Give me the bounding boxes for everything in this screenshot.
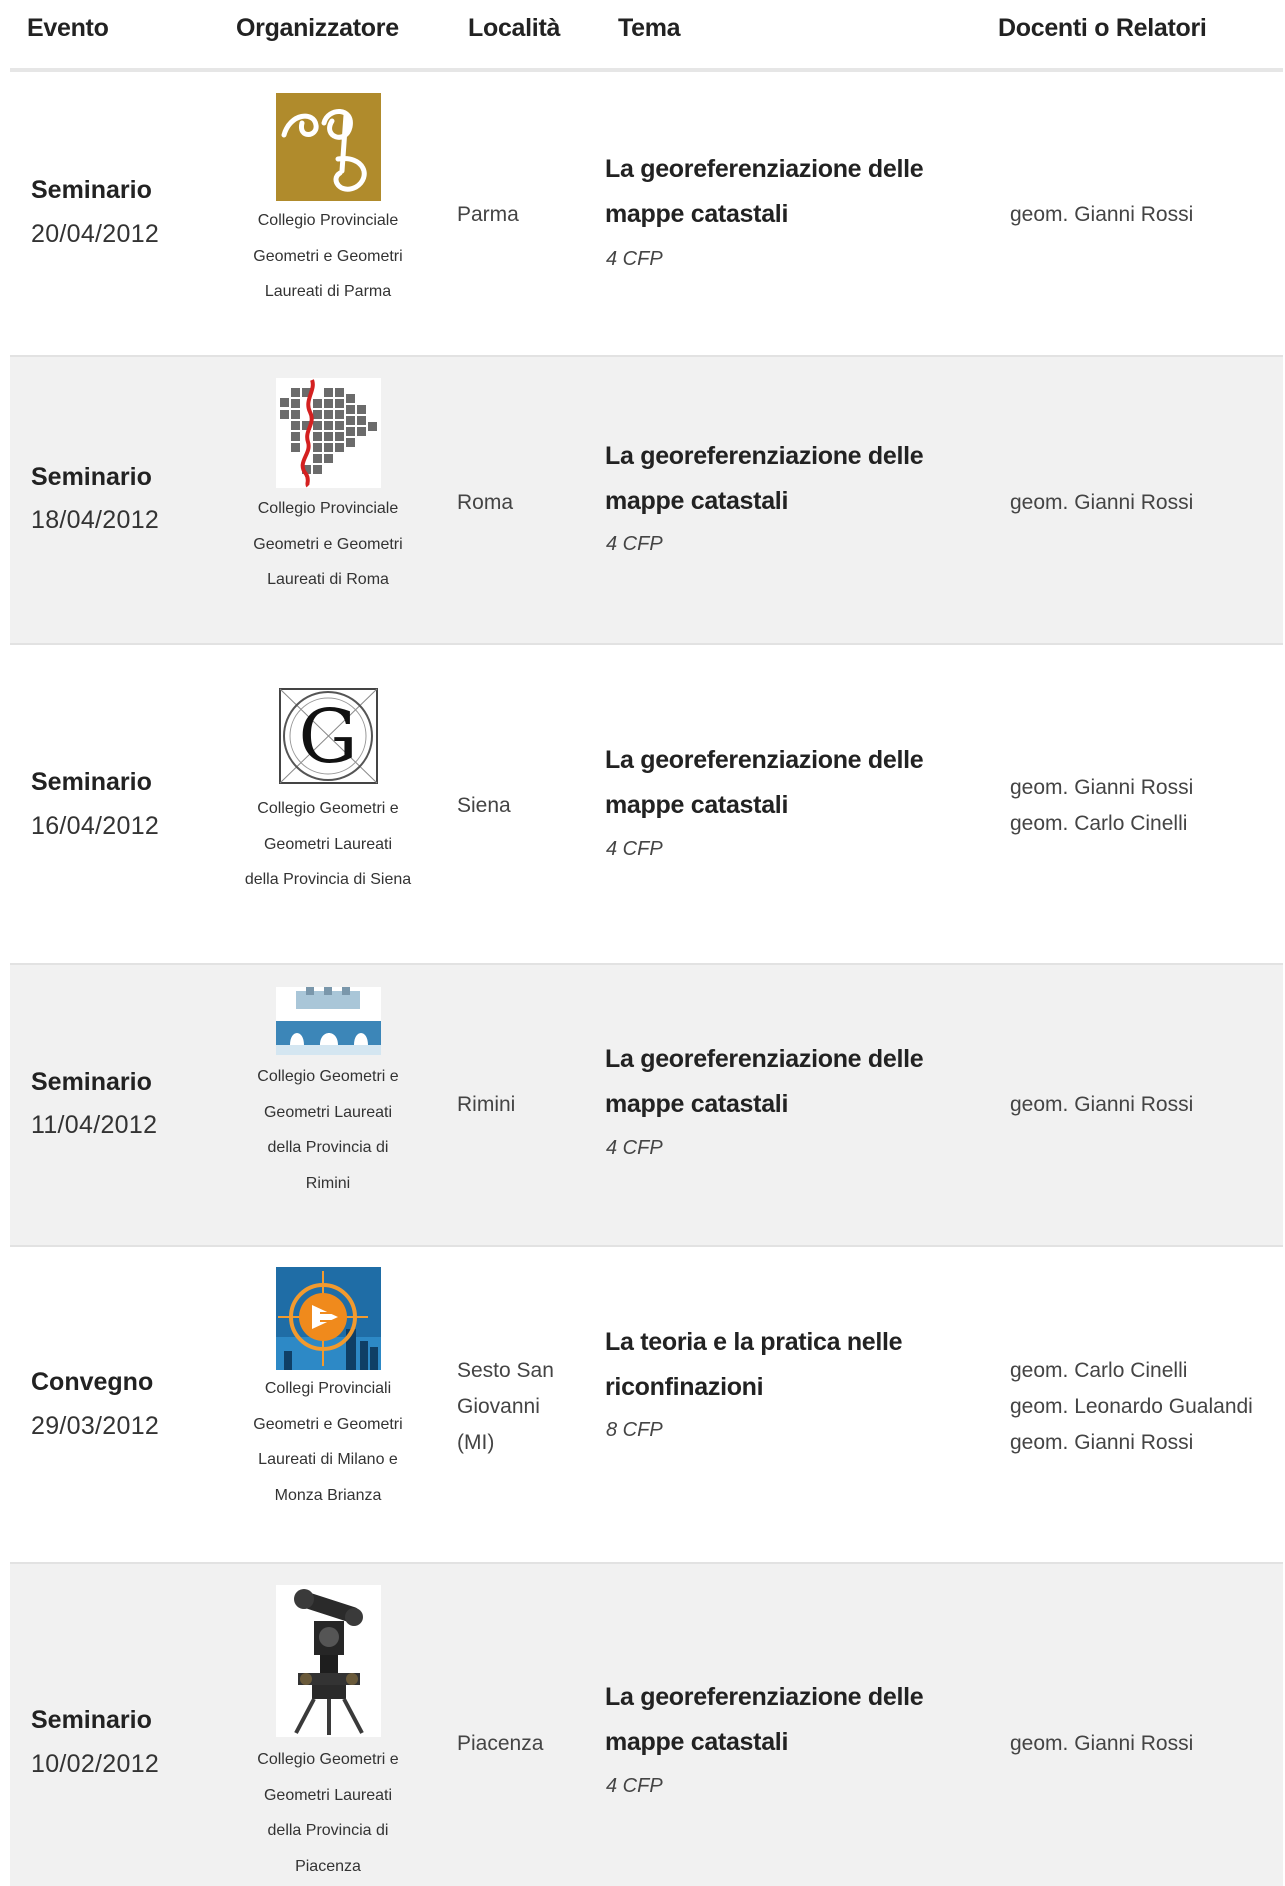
cadastral-map-logo (276, 378, 381, 488)
speaker-name: geom. Gianni Rossi (1010, 1093, 1194, 1116)
event-date: 10/02/2012 (31, 1750, 160, 1778)
organizer-name: Collegio Provinciale Geometri e Geometri… (253, 500, 403, 588)
event-location: Siena (457, 794, 511, 817)
col-header-organizer: Organizzatore (236, 14, 399, 42)
organizer-name: Collegio Geometri e Geometri Laureati de… (257, 1068, 399, 1192)
table-row: Seminario 11/04/2012 Collegio Geometri e… (10, 965, 1283, 1247)
speaker-name: geom. Carlo Cinelli (1010, 1359, 1188, 1382)
event-type: Seminario (31, 176, 152, 204)
col-header-event: Evento (27, 14, 109, 42)
event-location: Parma (457, 203, 519, 226)
event-type: Seminario (31, 1068, 152, 1096)
event-date: 18/04/2012 (31, 506, 160, 534)
speaker-name: geom. Gianni Rossi (1010, 776, 1194, 799)
col-header-topic: Tema (618, 14, 681, 42)
speaker-name: geom. Gianni Rossi (1010, 203, 1194, 226)
credits-label: 4 CFP (606, 533, 663, 555)
event-topic: La georeferenziazione delle mappe catast… (605, 442, 924, 515)
col-header-location: Località (468, 14, 561, 42)
event-date: 29/03/2012 (31, 1412, 160, 1440)
event-date: 16/04/2012 (31, 812, 160, 840)
speakers-list: geom. Gianni Rossi (1010, 197, 1285, 233)
speaker-name: geom. Carlo Cinelli (1010, 812, 1188, 835)
table-row: Seminario 18/04/2012 Collegio Provincial… (10, 357, 1283, 645)
credits-label: 8 CFP (606, 1419, 663, 1441)
col-header-speakers: Docenti o Relatori (998, 14, 1207, 42)
table-row: Seminario 10/02/2012 Collegio Geometri e… (10, 1564, 1283, 1886)
table-row: Seminario 16/04/2012 G Collegio Geometri… (10, 645, 1283, 965)
bridge-arches-logo (276, 987, 381, 1055)
table-row: Seminario 20/04/2012 Collegio Provincial… (10, 72, 1283, 357)
event-location: Roma (457, 491, 514, 514)
speakers-list: geom. Gianni Rossi (1010, 1726, 1285, 1762)
event-topic: La georeferenziazione delle mappe catast… (605, 155, 924, 228)
event-date: 11/04/2012 (31, 1111, 158, 1139)
organizer-name: Collegio Provinciale Geometri e Geometri… (253, 212, 403, 300)
speaker-name: geom. Leonardo Gualandi (1010, 1395, 1253, 1418)
event-location: Sesto San Giovanni (MI) (457, 1359, 554, 1454)
event-topic: La georeferenziazione delle mappe catast… (605, 746, 924, 819)
target-skyline-logo (276, 1267, 381, 1370)
credits-label: 4 CFP (606, 1137, 663, 1159)
event-type: Seminario (31, 463, 152, 491)
speaker-name: geom. Gianni Rossi (1010, 1732, 1194, 1755)
speakers-list: geom. Gianni Rossi (1010, 1087, 1285, 1123)
credits-label: 4 CFP (606, 838, 663, 860)
credits-label: 4 CFP (606, 1775, 663, 1797)
theodolite-instrument-logo (276, 1585, 381, 1737)
event-type: Convegno (31, 1368, 154, 1396)
event-location: Piacenza (457, 1732, 544, 1755)
event-topic: La georeferenziazione delle mappe catast… (605, 1683, 924, 1756)
letter-g-compass-logo: G (276, 687, 381, 785)
table-header: Evento Organizzatore Località Tema Docen… (10, 0, 1283, 72)
svg-text:G: G (298, 694, 357, 780)
credits-label: 4 CFP (606, 248, 663, 270)
event-type: Seminario (31, 768, 152, 796)
speakers-list: geom. Gianni Rossi (1010, 485, 1285, 521)
table-row: Convegno 29/03/2012 Collegi Provinciali (10, 1247, 1283, 1564)
event-topic: La teoria e la pratica nelle riconfinazi… (605, 1328, 903, 1401)
events-table: Evento Organizzatore Località Tema Docen… (10, 0, 1283, 1886)
event-topic: La georeferenziazione delle mappe catast… (605, 1045, 924, 1118)
speakers-list: geom. Gianni Rossi geom. Carlo Cinelli (1010, 770, 1285, 842)
speakers-list: geom. Carlo Cinelli geom. Leonardo Guala… (1010, 1353, 1285, 1461)
event-type: Seminario (31, 1706, 152, 1734)
organizer-name: Collegio Geometri e Geometri Laureati de… (244, 800, 412, 888)
organizer-name: Collegi Provinciali Geometri e Geometri … (253, 1380, 403, 1504)
cg-monogram-logo (276, 93, 381, 201)
event-location: Rimini (457, 1093, 516, 1116)
speaker-name: geom. Gianni Rossi (1010, 491, 1194, 514)
organizer-name: Collegio Geometri e Geometri Laureati de… (257, 1751, 399, 1875)
event-date: 20/04/2012 (31, 220, 160, 248)
speaker-name: geom. Gianni Rossi (1010, 1431, 1194, 1454)
